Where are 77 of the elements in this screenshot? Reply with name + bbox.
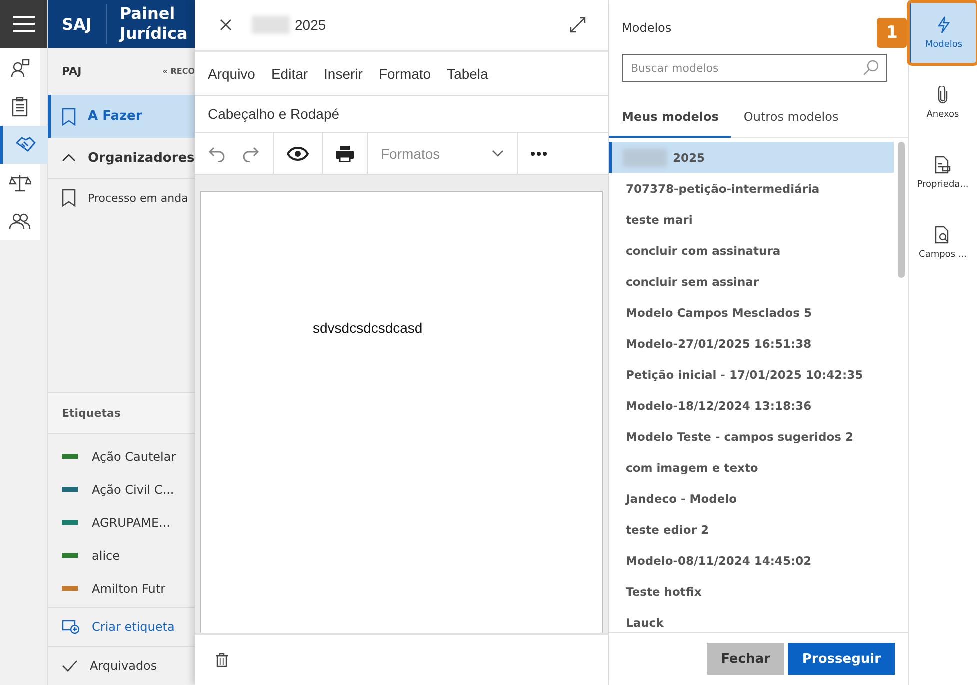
lightning-icon xyxy=(937,16,951,34)
model-list-item[interactable]: 2025 xyxy=(609,142,894,173)
menu-item[interactable]: Editar xyxy=(271,66,308,82)
chevron-down-icon xyxy=(492,150,504,158)
formats-dropdown[interactable]: Formatos xyxy=(368,133,518,174)
people-icon xyxy=(9,212,31,230)
eye-icon[interactable] xyxy=(287,146,309,160)
side-tab[interactable]: Proprieda... xyxy=(909,142,977,204)
paperclip-icon xyxy=(938,86,948,104)
model-list-item[interactable]: 707378-petição-intermediária xyxy=(609,173,894,204)
header-title: Jurídica xyxy=(120,24,188,44)
document-title: 2025 xyxy=(295,17,326,33)
model-list-item[interactable]: Modelo-08/11/2024 14:45:02 xyxy=(609,545,894,576)
model-list-item[interactable]: Modelo Teste - campos sugeridos 2 xyxy=(609,421,894,452)
side-tab[interactable]: Anexos xyxy=(909,72,977,134)
model-list-item[interactable]: Modelo-18/12/2024 13:18:36 xyxy=(609,390,894,421)
handshake-icon xyxy=(14,135,36,155)
panel-title: PAJ xyxy=(62,65,82,78)
bookmark-icon xyxy=(62,108,76,126)
add-tag-icon xyxy=(62,620,80,634)
sidebar-item[interactable]: Processo em anda xyxy=(48,179,195,217)
sidebar-item[interactable]: A Fazer xyxy=(48,95,195,138)
nav-rail-item[interactable] xyxy=(0,126,48,164)
model-list-item[interactable]: Modelo Campos Mesclados 5 xyxy=(609,297,894,328)
model-list-item[interactable]: concluir com assinatura xyxy=(609,235,894,266)
person-icon xyxy=(10,59,30,79)
tag-label[interactable]: AGRUPAME... xyxy=(92,516,170,530)
tags-heading: Etiquetas xyxy=(48,392,195,434)
model-list-item[interactable]: Petição inicial - 17/01/2025 10:42:35 xyxy=(609,359,894,390)
header-footer-button[interactable]: Cabeçalho e Rodapé xyxy=(208,106,340,122)
menu-icon xyxy=(12,16,34,32)
chevron-icon xyxy=(62,153,76,163)
model-list-item[interactable]: concluir sem assinar xyxy=(609,266,894,297)
document-search-icon xyxy=(935,226,951,244)
app-logo: SAJ xyxy=(61,14,93,34)
scales-icon xyxy=(9,173,31,193)
menu-button[interactable] xyxy=(0,0,47,48)
document-page[interactable]: sdvsdcsdcsdcasd xyxy=(200,191,603,633)
tag-label[interactable]: Amilton Futr xyxy=(92,582,166,596)
undo-icon[interactable] xyxy=(208,146,226,162)
clipboard-icon xyxy=(11,97,29,117)
model-list-item[interactable]: Jandeco - Modelo xyxy=(609,483,894,514)
model-list-item[interactable]: Lauck xyxy=(609,607,894,632)
print-icon[interactable] xyxy=(336,146,354,162)
menu-item[interactable]: Formato xyxy=(378,66,432,82)
tag-label[interactable]: Ação Cautelar xyxy=(92,450,176,464)
model-list-item[interactable]: Teste hotfix xyxy=(609,576,894,607)
model-list-item[interactable]: com imagem e texto xyxy=(609,452,894,483)
model-list-item[interactable]: Modelo-27/01/2025 16:51:38 xyxy=(609,328,894,359)
more-icon[interactable] xyxy=(531,152,547,156)
close-icon[interactable] xyxy=(220,19,232,31)
search-field[interactable]: Buscar modelos xyxy=(622,54,887,82)
panel-title: Modelos xyxy=(622,21,672,35)
bookmark-icon xyxy=(62,189,76,207)
search-icon xyxy=(863,60,879,76)
scrollbar-thumb[interactable] xyxy=(898,142,904,278)
header-title: Painel xyxy=(120,4,176,24)
tab[interactable]: Outros modelos xyxy=(730,100,852,137)
document-icon xyxy=(935,156,951,174)
expand-icon[interactable] xyxy=(570,17,586,33)
menu-item[interactable]: Tabela xyxy=(447,66,488,82)
model-list-item[interactable]: teste edior 2 xyxy=(609,514,894,545)
step-badge: 1 xyxy=(877,18,907,48)
redo-icon[interactable] xyxy=(242,146,260,162)
model-list-item[interactable]: teste mari xyxy=(609,204,894,235)
close-button[interactable]: Fechar xyxy=(707,643,784,675)
collapse-link[interactable]: « RECO xyxy=(162,67,195,76)
check-icon xyxy=(62,660,78,672)
trash-icon[interactable] xyxy=(216,653,228,667)
menu-item[interactable]: Inserir xyxy=(324,66,363,82)
side-tab[interactable]: Campos ... xyxy=(909,212,977,274)
tag-label[interactable]: alice xyxy=(92,548,120,562)
proceed-button[interactable]: Prosseguir xyxy=(788,643,895,675)
menu-item[interactable]: Arquivo xyxy=(208,66,256,82)
tag-label[interactable]: Ação Civil C... xyxy=(92,482,174,496)
document-text: sdvsdcsdcsdcasd xyxy=(313,320,423,336)
tab[interactable]: Meus modelos xyxy=(609,100,731,138)
